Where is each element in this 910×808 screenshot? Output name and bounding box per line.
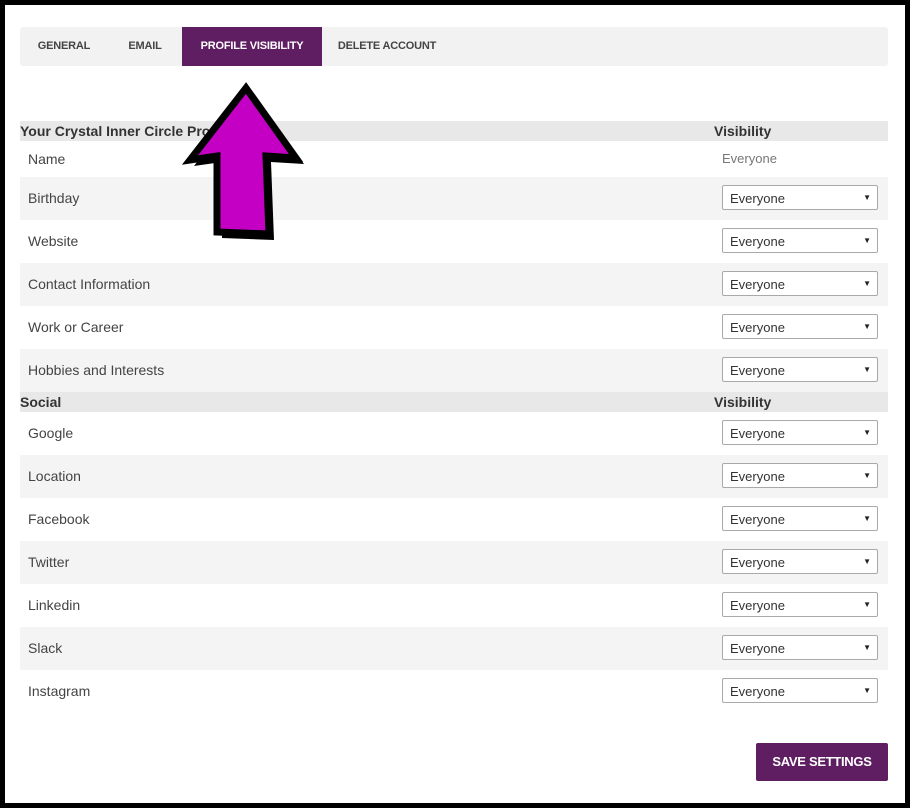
social-section-title: Social bbox=[20, 394, 62, 410]
visibility-select-instagram[interactable]: Everyone ▼ bbox=[722, 678, 878, 703]
caret-down-icon: ▼ bbox=[863, 365, 871, 374]
tab-general[interactable]: GENERAL bbox=[20, 27, 108, 66]
row-label: Facebook bbox=[28, 511, 90, 527]
visibility-select-slack[interactable]: Everyone ▼ bbox=[722, 635, 878, 660]
row-label: Contact Information bbox=[28, 276, 151, 292]
select-value: Everyone bbox=[730, 426, 785, 441]
select-value: Everyone bbox=[730, 512, 785, 527]
caret-down-icon: ▼ bbox=[863, 279, 871, 288]
social-section-header: Social Visibility bbox=[20, 392, 888, 412]
social-row-location: Location Everyone ▼ bbox=[20, 455, 888, 498]
profile-row-website: Website Everyone ▼ bbox=[20, 220, 888, 263]
social-row-linkedin: Linkedin Everyone ▼ bbox=[20, 584, 888, 627]
visibility-select-linkedin[interactable]: Everyone ▼ bbox=[722, 592, 878, 617]
save-settings-button[interactable]: SAVE SETTINGS bbox=[756, 743, 888, 781]
caret-down-icon: ▼ bbox=[863, 514, 871, 523]
select-value: Everyone bbox=[730, 234, 785, 249]
visibility-select-birthday[interactable]: Everyone ▼ bbox=[722, 185, 878, 210]
social-row-instagram: Instagram Everyone ▼ bbox=[20, 670, 888, 713]
caret-down-icon: ▼ bbox=[863, 193, 871, 202]
profile-row-hobbies-and-interests: Hobbies and Interests Everyone ▼ bbox=[20, 349, 888, 392]
profile-row-name: Name Everyone bbox=[20, 141, 888, 177]
caret-down-icon: ▼ bbox=[863, 236, 871, 245]
profile-row-contact-information: Contact Information Everyone ▼ bbox=[20, 263, 888, 306]
profile-row-birthday: Birthday Everyone ▼ bbox=[20, 177, 888, 220]
row-label: Work or Career bbox=[28, 319, 124, 335]
visibility-select-website[interactable]: Everyone ▼ bbox=[722, 228, 878, 253]
settings-tab-bar: GENERAL EMAIL PROFILE VISIBILITY DELETE … bbox=[20, 27, 888, 66]
profile-section-header: Your Crystal Inner Circle Profile Visibi… bbox=[20, 121, 888, 141]
caret-down-icon: ▼ bbox=[863, 428, 871, 437]
visibility-select-twitter[interactable]: Everyone ▼ bbox=[722, 549, 878, 574]
select-value: Everyone bbox=[730, 684, 785, 699]
row-label: Location bbox=[28, 468, 81, 484]
name-visibility-value: Everyone bbox=[722, 151, 777, 166]
caret-down-icon: ▼ bbox=[863, 643, 871, 652]
caret-down-icon: ▼ bbox=[863, 322, 871, 331]
row-label: Linkedin bbox=[28, 597, 81, 613]
select-value: Everyone bbox=[730, 555, 785, 570]
select-value: Everyone bbox=[730, 191, 785, 206]
caret-down-icon: ▼ bbox=[863, 686, 871, 695]
row-label: Instagram bbox=[28, 683, 91, 699]
social-row-slack: Slack Everyone ▼ bbox=[20, 627, 888, 670]
row-label: Name bbox=[28, 151, 66, 167]
visibility-select-work-or-career[interactable]: Everyone ▼ bbox=[722, 314, 878, 339]
visibility-select-google[interactable]: Everyone ▼ bbox=[722, 420, 878, 445]
visibility-column-header: Visibility bbox=[714, 394, 772, 410]
profile-row-work-or-career: Work or Career Everyone ▼ bbox=[20, 306, 888, 349]
row-label: Slack bbox=[28, 640, 63, 656]
row-label: Hobbies and Interests bbox=[28, 362, 165, 378]
visibility-select-location[interactable]: Everyone ▼ bbox=[722, 463, 878, 488]
social-row-google: Google Everyone ▼ bbox=[20, 412, 888, 455]
caret-down-icon: ▼ bbox=[863, 557, 871, 566]
visibility-select-contact-information[interactable]: Everyone ▼ bbox=[722, 271, 878, 296]
row-label: Google bbox=[28, 425, 74, 441]
select-value: Everyone bbox=[730, 363, 785, 378]
row-label: Birthday bbox=[28, 190, 80, 206]
caret-down-icon: ▼ bbox=[863, 471, 871, 480]
social-row-twitter: Twitter Everyone ▼ bbox=[20, 541, 888, 584]
row-label: Twitter bbox=[28, 554, 70, 570]
select-value: Everyone bbox=[730, 320, 785, 335]
caret-down-icon: ▼ bbox=[863, 600, 871, 609]
social-row-facebook: Facebook Everyone ▼ bbox=[20, 498, 888, 541]
tab-delete-account[interactable]: DELETE ACCOUNT bbox=[322, 27, 452, 66]
visibility-column-header: Visibility bbox=[714, 123, 772, 139]
select-value: Everyone bbox=[730, 277, 785, 292]
select-value: Everyone bbox=[730, 598, 785, 613]
select-value: Everyone bbox=[730, 641, 785, 656]
arrow-up-icon bbox=[181, 82, 304, 240]
select-value: Everyone bbox=[730, 469, 785, 484]
visibility-select-facebook[interactable]: Everyone ▼ bbox=[722, 506, 878, 531]
tab-profile-visibility[interactable]: PROFILE VISIBILITY bbox=[182, 27, 322, 66]
row-label: Website bbox=[28, 233, 79, 249]
tab-email[interactable]: EMAIL bbox=[108, 27, 182, 66]
visibility-select-hobbies-and-interests[interactable]: Everyone ▼ bbox=[722, 357, 878, 382]
